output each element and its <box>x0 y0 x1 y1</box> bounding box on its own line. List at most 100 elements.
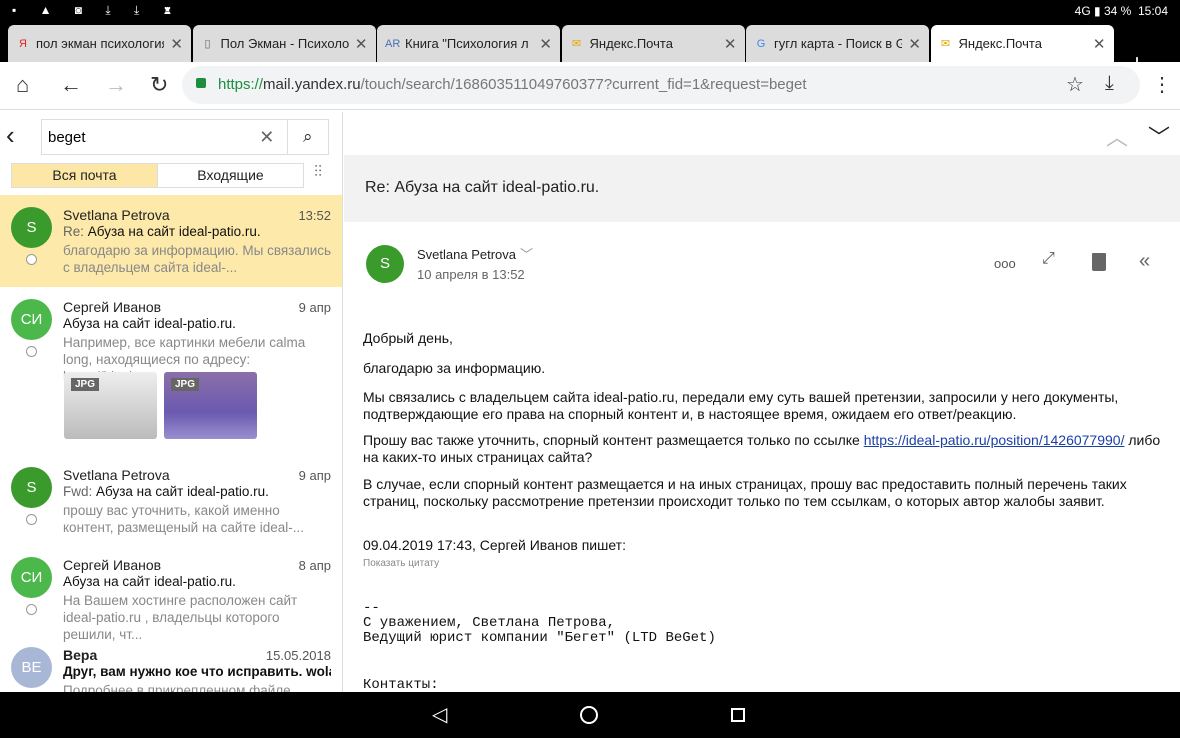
select-radio[interactable] <box>26 514 37 525</box>
snippet: благодарю за информацию. Мы связались с … <box>63 243 332 275</box>
snippet: прошу вас уточнить, какой именно контент… <box>63 503 305 535</box>
sender-details-chevron-icon[interactable]: ﹀ <box>520 244 533 263</box>
message-list-item[interactable]: S Svetlana Petrova 13:52 Re: Абуза на са… <box>0 195 342 287</box>
download-icon[interactable]: ⤓ <box>1105 72 1114 95</box>
search-input[interactable] <box>42 120 247 154</box>
body-paragraph: благодарю за информацию. <box>363 360 546 376</box>
date: 9 апр <box>298 300 331 315</box>
message-list-item[interactable]: S Svetlana Petrova 9 апр Fwd: Абуза на с… <box>0 455 342 545</box>
browser-tab[interactable]: Япол экман психология ✕ <box>8 25 191 62</box>
sender: Сергей Иванов <box>63 299 162 315</box>
close-tab-icon[interactable]: ✕ <box>355 35 368 53</box>
snippet: Подробнее в прикрепленном файле. <box>63 683 295 692</box>
tab-title: Книга "Психология л <box>405 36 529 51</box>
message-date: 10 апреля в 13:52 <box>417 267 525 282</box>
select-radio[interactable] <box>26 346 37 357</box>
more-icon[interactable]: ooo <box>994 256 1016 271</box>
url-field[interactable]: https://mail.yandex.ru/touch/search/1686… <box>182 66 1140 104</box>
date: 13:52 <box>298 208 331 223</box>
tab-favicon-icon: AR <box>385 37 401 50</box>
message-list-panel: ‹ ✕ ⌕ Вся почта Входящие ⫶⫶ S Svetlana P… <box>0 112 343 692</box>
close-tab-icon[interactable]: ✕ <box>724 35 737 53</box>
menu-icon[interactable]: ⋮ <box>1152 72 1172 97</box>
nav-recents-icon[interactable] <box>731 708 745 722</box>
avatar: ВЕ <box>11 647 52 688</box>
filter-all-mail[interactable]: Вся почта <box>11 163 158 188</box>
subject-prefix: Re: <box>63 224 88 239</box>
browser-tab[interactable]: ✉ Яндекс.Почта ✕ <box>561 25 745 62</box>
tab-title: Яндекс.Почта <box>958 36 1042 51</box>
sender-avatar: S <box>366 245 404 283</box>
show-quote-link[interactable]: Показать цитату <box>363 555 1163 572</box>
android-nav-bar: ◁ <box>0 692 1180 738</box>
subject: Абуза на сайт ideal-patio.ru. <box>87 224 261 239</box>
body-paragraph: Мы связались с владельцем сайта ideal-pa… <box>363 389 1119 422</box>
signature-line: Контакты: <box>363 677 439 692</box>
next-message-icon[interactable]: ﹀ <box>1148 120 1170 152</box>
clock: 15:04 <box>1137 4 1168 18</box>
bookmark-star-icon[interactable]: ☆ <box>1066 72 1084 97</box>
avatar: СИ <box>11 557 52 598</box>
message-list-item[interactable]: ВЕ Вера 15.05.2018 Друг, вам нужно кое ч… <box>0 635 342 692</box>
message-list-item[interactable]: СИ Сергей Иванов 9 апр Абуза на сайт ide… <box>0 287 342 455</box>
tab-favicon-icon: ✉ <box>940 37 951 50</box>
forward-icon[interactable]: → <box>105 72 127 98</box>
subject: Абуза на сайт ideal-patio.ru. <box>96 484 269 499</box>
tab-title: пол экман психология <box>36 36 165 51</box>
close-tab-icon[interactable]: ✕ <box>170 35 183 53</box>
close-tab-icon[interactable]: ✕ <box>908 35 921 53</box>
subject: Абуза на сайт ideal-patio.ru. <box>63 316 236 331</box>
body-paragraph: В случае, если спорный контент размещает… <box>363 476 1127 509</box>
tab-strip: Япол экман психология ✕ ▯ Пол Экман - Психо… <box>0 22 1180 77</box>
sender-name[interactable]: Svetlana Petrova <box>417 247 516 262</box>
filter-settings-icon[interactable]: ⫶⫶ <box>314 164 322 182</box>
date: 8 апр <box>298 558 331 573</box>
nav-home-icon[interactable] <box>580 706 598 724</box>
avatar: S <box>11 467 52 508</box>
select-radio[interactable] <box>26 604 37 615</box>
back-icon[interactable]: ← <box>60 72 82 98</box>
address-bar: ⌂ ← → ↻ https://mail.yandex.ru/touch/sea… <box>0 62 1180 110</box>
browser-tab[interactable]: Gгугл карта - Поиск в G ✕ <box>746 25 929 62</box>
sender: Сергей Иванов <box>63 557 162 573</box>
subject: Абуза на сайт ideal-patio.ru. <box>63 574 236 589</box>
message-view: ︿ ﹀ Re: Абуза на сайт ideal-patio.ru. S … <box>344 112 1180 692</box>
search-box: ✕ ⌕ <box>41 119 329 155</box>
delete-icon[interactable] <box>1092 253 1106 271</box>
search-icon[interactable]: ⌕ <box>286 120 329 154</box>
clear-icon[interactable]: ✕ <box>247 120 287 154</box>
close-tab-icon[interactable]: ✕ <box>539 35 552 53</box>
signal-indicator: 4G <box>1074 4 1091 18</box>
filter-inbox[interactable]: Входящие <box>157 163 304 188</box>
body-link[interactable]: https://ideal-patio.ru/position/14260779… <box>864 432 1125 448</box>
tab-favicon-icon: G <box>756 37 766 50</box>
battery-level: 34 % <box>1103 4 1132 18</box>
previous-message-icon[interactable]: ︿ <box>1106 120 1128 152</box>
lock-icon <box>196 78 206 88</box>
browser-tab[interactable]: AR Книга "Психология л ✕ <box>377 25 560 62</box>
browser-tab[interactable]: ▯ Пол Экман - Психология ✕ <box>192 25 376 62</box>
quote-header: 09.04.2019 17:43, Сергей Иванов пишет: <box>363 537 626 553</box>
reload-icon[interactable]: ↻ <box>150 72 168 98</box>
date: 15.05.2018 <box>265 648 331 663</box>
sender: Svetlana Petrova <box>63 207 170 223</box>
sender: Svetlana Petrova <box>63 467 170 483</box>
close-tab-icon[interactable]: ✕ <box>1093 35 1106 53</box>
message-list-item[interactable]: СИ Сергей Иванов 8 апр Абуза на сайт ide… <box>0 545 342 642</box>
tab-title: Пол Экман - Психология <box>220 36 349 51</box>
subject-prefix: Fwd: <box>63 484 97 499</box>
home-icon[interactable]: ⌂ <box>16 72 29 98</box>
signature-line: Ведущий юрист компании "Бегет" (LTD BeGe… <box>363 630 716 646</box>
reply-all-icon[interactable]: « <box>1139 250 1150 273</box>
attachment-thumbnail[interactable]: JPG <box>64 372 157 439</box>
status-bar: ▪ ▲ ◙ ⤓ ⤓ ♜ 4G ▮ 34 % 15:04 <box>0 0 1180 22</box>
expand-icon[interactable]: ⤢ <box>1042 250 1055 268</box>
back-chevron-icon[interactable]: ‹ <box>6 120 15 151</box>
select-radio[interactable] <box>26 254 37 265</box>
nav-back-icon[interactable]: ◁ <box>432 702 447 727</box>
attachment-thumbnail[interactable]: JPG <box>164 372 257 439</box>
avatar: S <box>11 207 52 248</box>
browser-tab[interactable]: ✉ Яндекс.Почта ✕ <box>930 25 1114 62</box>
sender: Вера <box>63 647 98 663</box>
tab-title: гугл карта - Поиск в G <box>774 36 903 51</box>
